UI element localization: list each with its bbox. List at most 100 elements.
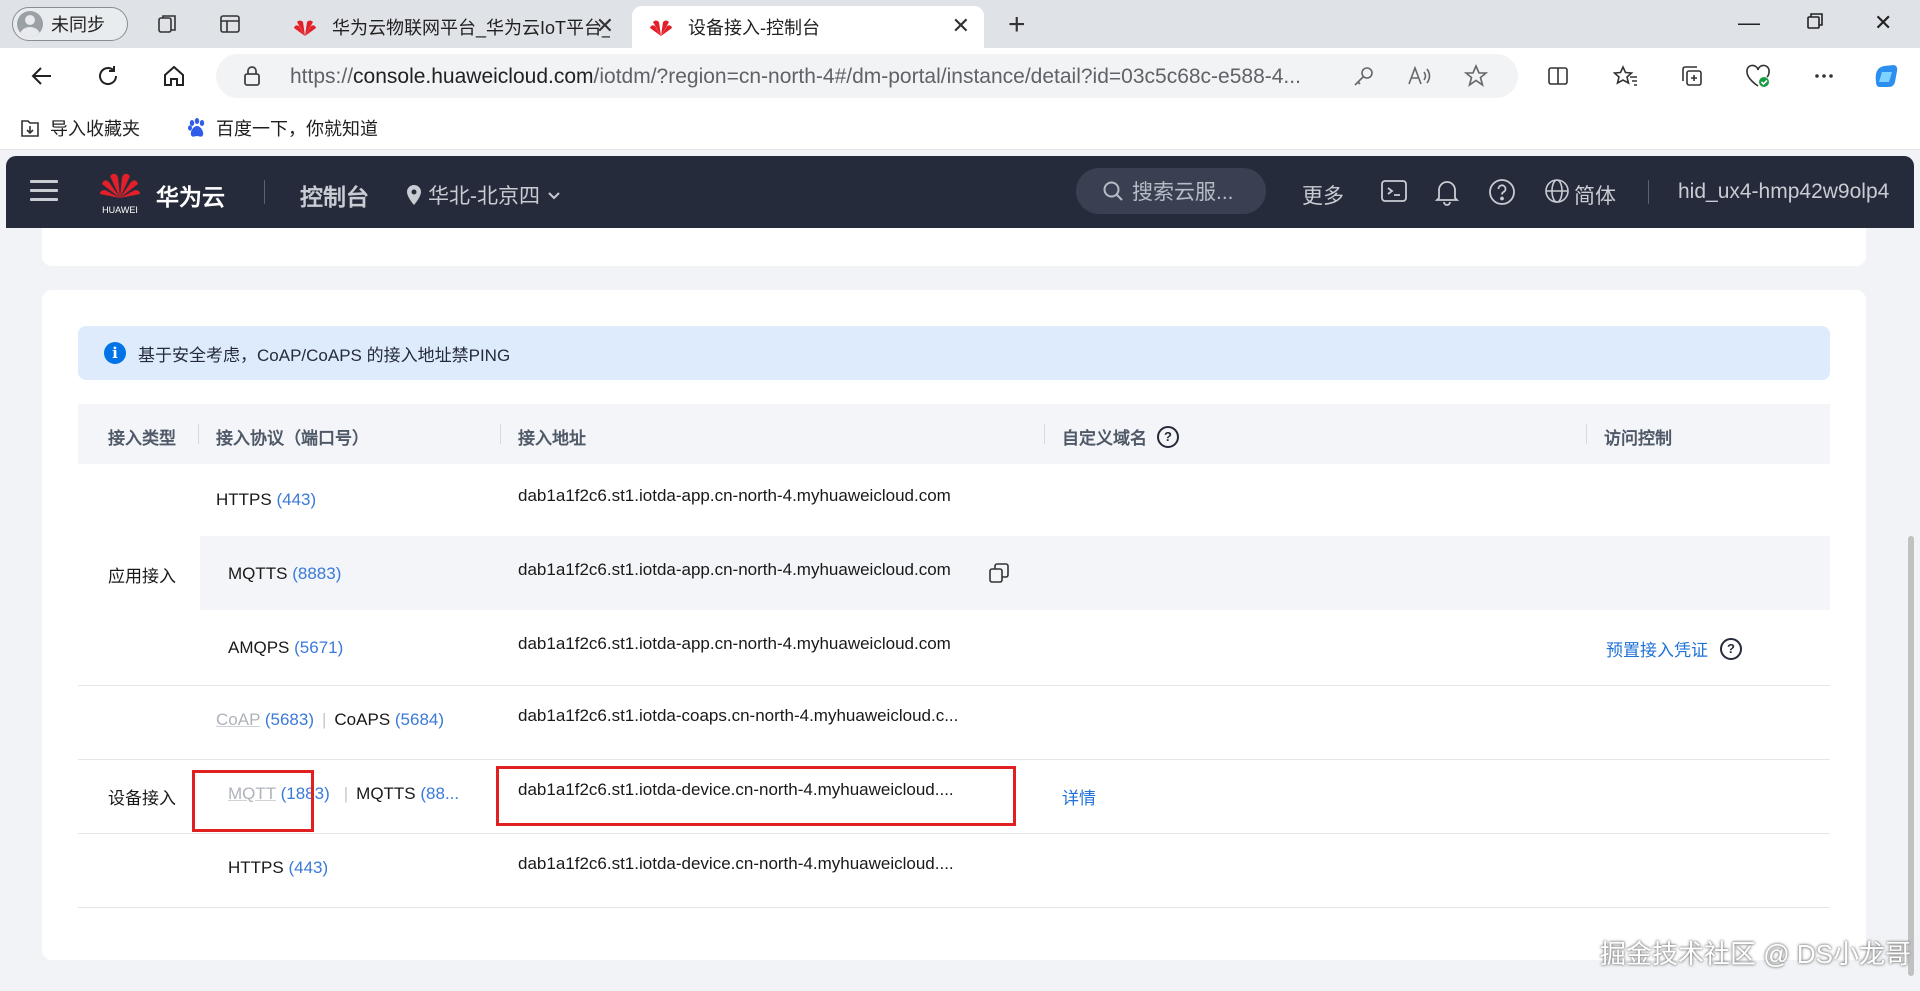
info-icon: i <box>104 342 126 364</box>
access-info-card: i 基于安全考虑，CoAP/CoAPS 的接入地址禁PING 接入类型 接入协议… <box>42 290 1866 960</box>
protocol-cell: HTTPS (443) <box>228 858 329 877</box>
import-favorites-icon <box>21 120 39 137</box>
restore-icon[interactable] <box>1806 10 1824 36</box>
collections-icon[interactable] <box>1676 60 1708 92</box>
address-cell[interactable]: dab1a1f2c6.st1.iotda-coaps.cn-north-4.my… <box>518 706 958 726</box>
close-tab-icon[interactable]: ✕ <box>596 15 614 37</box>
divider <box>264 180 265 204</box>
highlight-box-mqtt-port <box>192 770 314 832</box>
bookmarks-bar: 导入收藏夹 百度一下，你就知道 <box>0 104 1920 150</box>
refresh-icon[interactable] <box>92 60 124 92</box>
avatar <box>17 11 43 37</box>
huawei-logo-icon <box>650 20 672 36</box>
header-address: 接入地址 <box>518 429 586 448</box>
protocol-cell: HTTPS (443) <box>216 490 317 509</box>
region-selector[interactable]: 华北-北京四 <box>406 180 562 210</box>
security-alert: i 基于安全考虑，CoAP/CoAPS 的接入地址禁PING <box>78 326 1830 380</box>
address-cell[interactable]: dab1a1f2c6.st1.iotda-app.cn-north-4.myhu… <box>518 560 951 580</box>
bookmark-import[interactable]: 导入收藏夹 <box>18 115 140 141</box>
tab-iot-platform[interactable]: 华为云物联网平台_华为云IoT平台_物联网云平台 ✕ <box>276 6 628 48</box>
region-label: 华北-北京四 <box>428 185 540 208</box>
copilot-icon[interactable] <box>1870 60 1902 92</box>
details-link[interactable]: 详情 <box>1062 784 1096 809</box>
bookmark-baidu[interactable]: 百度一下，你就知道 <box>186 115 378 141</box>
huawei-logo-icon <box>294 20 316 36</box>
header-divider <box>500 424 501 444</box>
huawei-logo-icon: HUAWEI <box>100 173 140 215</box>
header-access: 访问控制 <box>1604 429 1672 448</box>
read-aloud-icon[interactable] <box>1406 64 1432 88</box>
more-menu[interactable]: 更多 <box>1302 180 1344 210</box>
highlight-box-device-address <box>496 766 1016 826</box>
preset-credential-link[interactable]: 预置接入凭证 <box>1606 636 1708 661</box>
notification-bell-icon[interactable] <box>1434 178 1460 206</box>
location-pin-icon <box>407 185 421 205</box>
help-icon[interactable] <box>1488 178 1516 206</box>
minimize-icon[interactable]: — <box>1738 10 1760 36</box>
close-tab-icon[interactable]: ✕ <box>952 15 970 37</box>
bookmark-label: 百度一下，你就知道 <box>216 119 378 139</box>
copy-icon[interactable] <box>988 562 1010 584</box>
table-row <box>78 834 1830 908</box>
back-icon[interactable] <box>26 60 58 92</box>
watermark: 掘金技术社区 @ DS小龙哥 <box>1600 939 1911 969</box>
header-protocol: 接入协议（端口号） <box>216 429 369 448</box>
tab-title: 华为云物联网平台_华为云IoT平台_物联网云平台 <box>332 18 610 38</box>
protocol-cell: MQTTS (8883) <box>228 564 342 583</box>
close-window-icon[interactable]: ✕ <box>1874 10 1892 36</box>
previous-card-bottom <box>42 228 1866 266</box>
group-label-device: 设备接入 <box>108 789 176 808</box>
address-cell[interactable]: dab1a1f2c6.st1.iotda-app.cn-north-4.myhu… <box>518 634 951 654</box>
language-selector[interactable]: 简体 <box>1574 180 1616 210</box>
chevron-down-icon <box>548 192 560 200</box>
address-bar-row: https://console.huaweicloud.com/iotdm/?r… <box>0 48 1920 104</box>
header-divider <box>1044 424 1045 444</box>
username[interactable]: hid_ux4-hmp42w9olp4 <box>1678 180 1889 204</box>
help-icon[interactable]: ? <box>1720 637 1742 660</box>
address-bar[interactable]: https://console.huaweicloud.com/iotdm/?r… <box>216 54 1518 98</box>
favorites-icon[interactable] <box>1610 60 1642 92</box>
key-icon[interactable] <box>1352 64 1376 88</box>
browser-tab-bar: 未同步 华为云物联网平台_华为云IoT平台_物联网云平台 ✕ 设备接入-控制台 … <box>0 0 1920 48</box>
header-type: 接入类型 <box>108 429 176 448</box>
console-title[interactable]: 控制台 <box>300 178 369 212</box>
url-text[interactable]: https://console.huaweicloud.com/iotdm/?r… <box>290 65 1330 89</box>
lock-icon[interactable] <box>242 65 262 87</box>
group-label-app: 应用接入 <box>108 567 176 586</box>
protocol-cell: CoAP (5683) | CoAPS (5684) <box>216 710 445 729</box>
brand-name[interactable]: 华为云 <box>156 178 225 212</box>
access-cell: 预置接入凭证 ? <box>1606 636 1742 661</box>
page-scrollbar[interactable] <box>1908 536 1914 976</box>
address-cell[interactable]: dab1a1f2c6.st1.iotda-device.cn-north-4.m… <box>518 854 954 874</box>
workspaces-icon[interactable] <box>154 10 182 38</box>
favorite-star-icon[interactable] <box>1464 64 1488 88</box>
search-placeholder: 搜索云服... <box>1132 181 1234 204</box>
tab-title: 设备接入-控制台 <box>688 18 820 38</box>
header-divider <box>1586 424 1587 444</box>
address-cell[interactable]: dab1a1f2c6.st1.iotda-app.cn-north-4.myhu… <box>518 486 951 506</box>
console-header: HUAWEI 华为云 控制台 华北-北京四 搜索云服... 更多 简体 hid_… <box>6 156 1914 228</box>
search-icon <box>1103 181 1123 201</box>
tab-device-access[interactable]: 设备接入-控制台 ✕ <box>632 6 984 48</box>
new-tab-icon[interactable]: + <box>1008 8 1026 42</box>
protocol-cell: AMQPS (5671) <box>228 638 344 657</box>
help-icon[interactable]: ? <box>1157 425 1179 448</box>
profile-button[interactable]: 未同步 <box>12 7 128 41</box>
tab-actions-icon[interactable] <box>216 10 244 38</box>
table-header: 接入类型 接入协议（端口号） 接入地址 自定义域名 ? 访问控制 <box>78 404 1830 464</box>
cloud-shell-icon[interactable] <box>1380 178 1408 204</box>
header-divider <box>198 424 199 444</box>
globe-icon[interactable] <box>1544 178 1570 204</box>
baidu-paw-icon <box>188 118 205 137</box>
profile-label: 未同步 <box>51 15 105 35</box>
header-domain: 自定义域名 ? <box>1062 424 1179 449</box>
split-screen-icon[interactable] <box>1542 60 1574 92</box>
alert-text: 基于安全考虑，CoAP/CoAPS 的接入地址禁PING <box>138 345 511 365</box>
menu-icon[interactable] <box>30 180 58 202</box>
bookmark-label: 导入收藏夹 <box>50 119 140 139</box>
more-options-icon[interactable] <box>1808 60 1840 92</box>
home-icon[interactable] <box>158 60 190 92</box>
performance-icon[interactable] <box>1742 60 1774 92</box>
search-box[interactable]: 搜索云服... <box>1076 168 1266 214</box>
logo-text: HUAWEI <box>102 205 138 215</box>
